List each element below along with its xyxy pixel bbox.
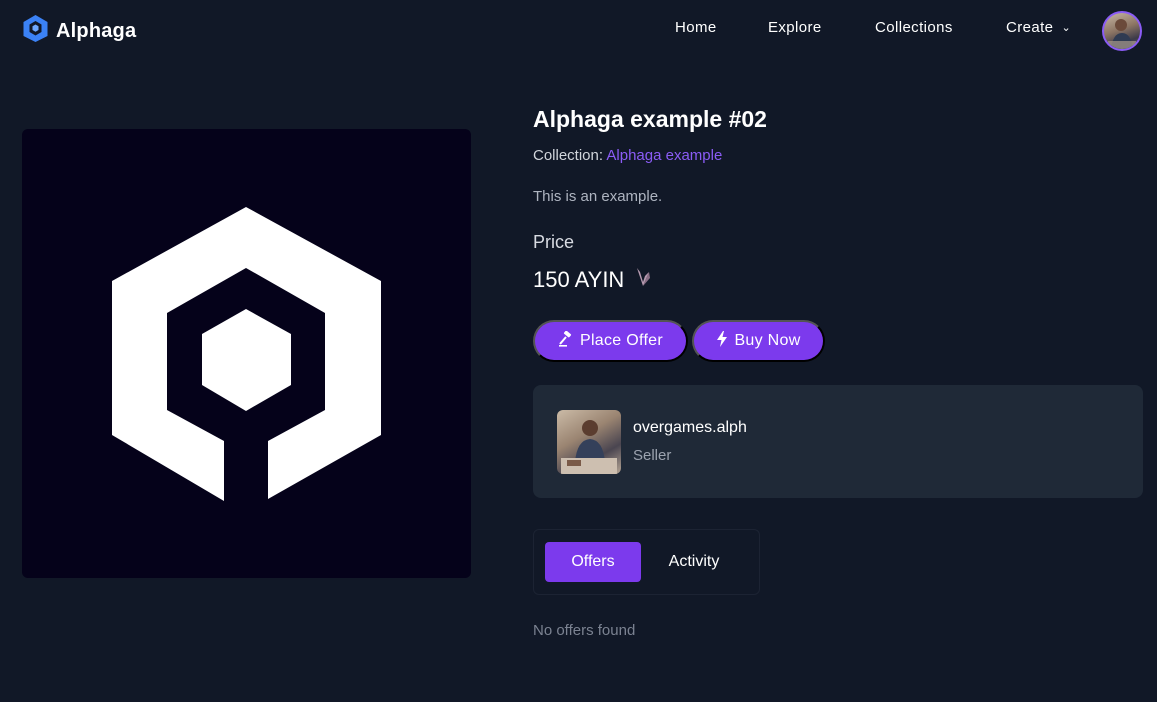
price-value-row: 150 AYIN [533,266,652,294]
place-offer-label: Place Offer [579,332,664,349]
seller-name[interactable]: overgames.alph [633,419,747,437]
lightning-icon [716,330,728,352]
item-title: Alphaga example #02 [533,106,767,132]
seller-role: Seller [633,447,672,464]
buy-now-button[interactable]: Buy Now [692,320,825,362]
gavel-icon [558,330,574,352]
offers-empty-state: No offers found [533,622,636,639]
alphaga-hexagon-artwork-icon [112,207,381,501]
seller-card: overgames.alph Seller [533,385,1143,498]
buy-now-label: Buy Now [734,332,801,349]
place-offer-button[interactable]: Place Offer [533,320,688,362]
user-avatar[interactable] [1102,11,1142,51]
price-value: 150 AYIN [533,267,625,292]
collection-line: Collection: Alphaga example [533,147,722,164]
top-navigation-bar: Alphaga Home Explore Collections Create ⌄ [0,0,1157,58]
chevron-down-icon: ⌄ [1061,22,1072,34]
nft-artwork[interactable] [22,129,471,578]
nav-home[interactable]: Home [675,19,717,36]
seller-portrait-icon [561,420,617,474]
nav-collections[interactable]: Collections [875,19,953,36]
nav-create-dropdown[interactable]: Create ⌄ [1006,19,1071,36]
collection-link[interactable]: Alphaga example [606,147,722,164]
collection-prefix: Collection: [533,147,604,164]
brand-link[interactable]: Alphaga [21,14,136,48]
tab-offers[interactable]: Offers [545,542,641,582]
offers-activity-tabs: Offers Activity [533,529,760,595]
avatar-portrait-icon [1108,19,1136,49]
brand-name: Alphaga [56,19,137,42]
nav-explore[interactable]: Explore [768,19,822,36]
item-description: This is an example. [533,188,663,205]
seller-avatar[interactable] [557,410,621,474]
tab-activity[interactable]: Activity [649,542,739,582]
nav-create-label: Create [1006,19,1054,36]
alphaga-logo-icon [21,14,50,48]
price-label: Price [533,232,575,252]
ayin-token-icon [634,266,652,294]
